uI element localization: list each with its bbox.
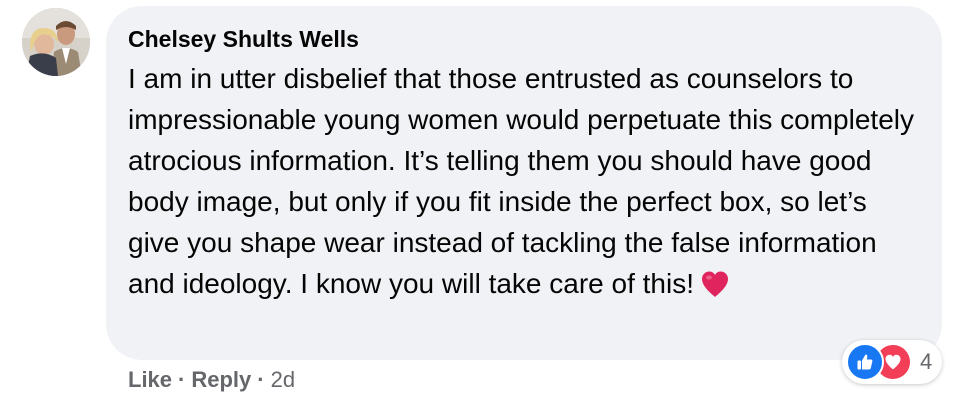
reaction-count: 4: [920, 349, 933, 374]
red-heart-emoji-icon: [700, 268, 730, 297]
separator: ·: [257, 367, 265, 392]
comment: Chelsey Shults Wells I am in utter disbe…: [0, 0, 980, 400]
comment-text: I am in utter disbelief that those entru…: [128, 63, 914, 299]
comment-timestamp[interactable]: 2d: [271, 367, 295, 392]
reaction-summary[interactable]: 4: [842, 340, 943, 384]
avatar[interactable]: [22, 8, 90, 76]
avatar-photo: [22, 8, 90, 76]
like-button[interactable]: Like: [128, 367, 172, 392]
like-icon: [846, 343, 884, 381]
reply-button[interactable]: Reply: [191, 367, 251, 392]
comment-body: I am in utter disbelief that those entru…: [128, 58, 918, 304]
separator: ·: [178, 367, 186, 392]
comment-bubble: Chelsey Shults Wells I am in utter disbe…: [106, 6, 942, 360]
comment-author[interactable]: Chelsey Shults Wells: [128, 24, 359, 54]
comment-actions: Like · Reply · 2d: [128, 364, 295, 396]
